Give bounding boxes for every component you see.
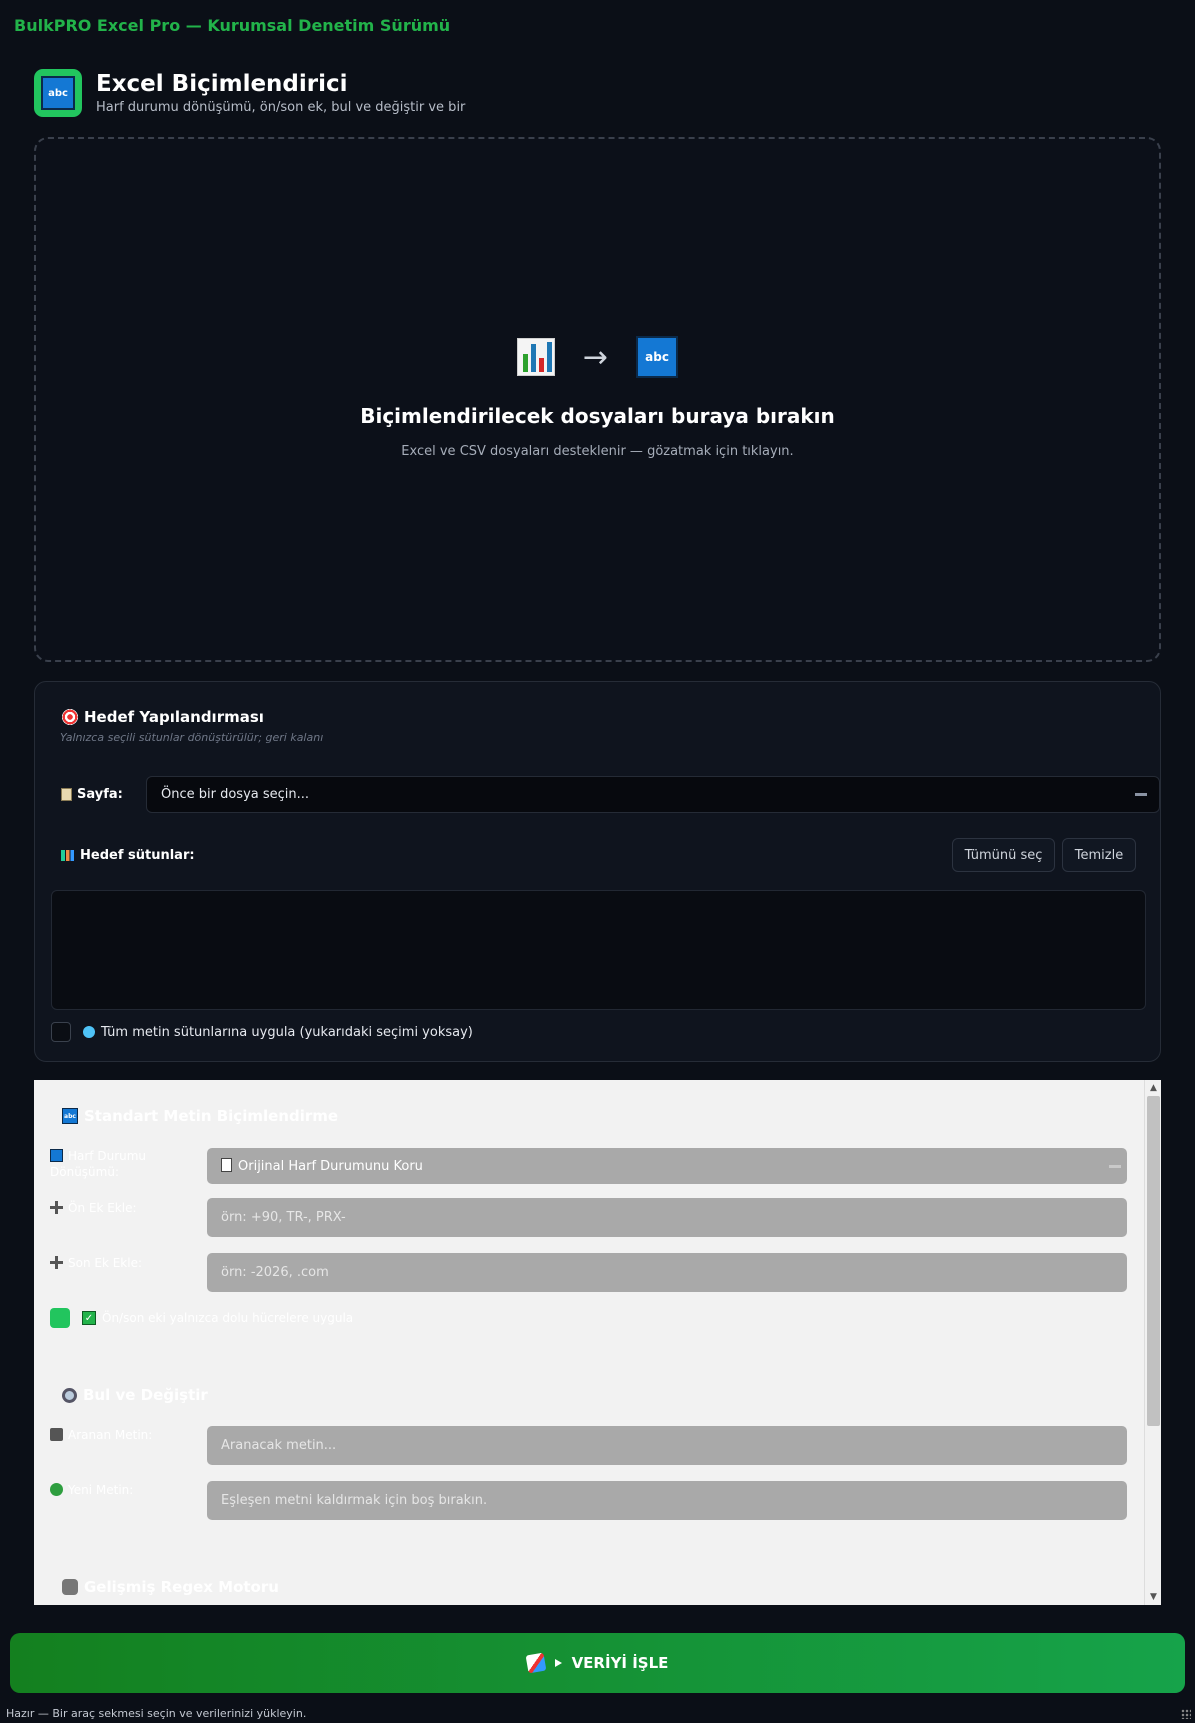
standard-formatting-title: abc Standart Metin Biçimlendirme <box>62 1107 338 1125</box>
suffix-label: Son Ek Ekle: <box>50 1255 190 1271</box>
prefix-label: Ön Ek Ekle: <box>50 1200 190 1216</box>
apply-all-label: Tüm metin sütunlarına uygula (yukarıdaki… <box>101 1024 473 1040</box>
mask-icon <box>62 1579 78 1595</box>
case-label: Harf Durumu Dönüşümü: <box>50 1149 147 1179</box>
file-dropzone[interactable]: → abc Biçimlendirilecek dosyaları buraya… <box>34 137 1161 662</box>
abc-icon: abc <box>636 336 679 378</box>
dropdown-icon <box>1109 1164 1121 1168</box>
search-label: Aranan Metin: <box>50 1427 190 1443</box>
page-header: abc Excel Biçimlendirici Harf durumu dön… <box>34 69 465 117</box>
plus-icon <box>50 1256 63 1269</box>
scroll-thumb[interactable] <box>1147 1096 1160 1426</box>
dropzone-title: Biçimlendirilecek dosyaları buraya bırak… <box>360 404 835 428</box>
formatting-panel[interactable]: abc Standart Metin Biçimlendirme Harf Du… <box>34 1080 1161 1605</box>
sheet-select[interactable]: Önce bir dosya seçin... <box>146 776 1160 813</box>
arrow-right-icon: → <box>582 339 609 375</box>
prefix-input[interactable]: örn: +90, TR-, PRX- <box>207 1198 1127 1237</box>
dropdown-icon <box>1135 793 1147 796</box>
rocket-icon <box>525 1652 547 1674</box>
case-icon <box>50 1149 63 1162</box>
target-config-title: Hedef Yapılandırması <box>62 708 264 726</box>
sheet-label: Sayfa: <box>61 787 146 802</box>
columns-list[interactable] <box>51 890 1146 1010</box>
scrollbar[interactable]: ▲ ▼ <box>1144 1080 1161 1605</box>
only-filled-checkbox[interactable] <box>50 1308 70 1328</box>
check-icon: ✓ <box>82 1311 96 1325</box>
abc-icon: abc <box>41 76 75 110</box>
process-data-button[interactable]: VERİYİ İŞLE <box>10 1633 1185 1693</box>
find-replace-title: Bul ve Değiştir <box>62 1386 208 1404</box>
select-all-button[interactable]: Tümünü seç <box>952 838 1055 872</box>
clear-button[interactable]: Temizle <box>1062 838 1136 872</box>
magnifier-icon <box>62 1387 77 1403</box>
globe-icon <box>83 1026 95 1038</box>
replace-input[interactable]: Eşleşen metni kaldırmak için boş bırakın… <box>207 1481 1127 1520</box>
suffix-input[interactable]: örn: -2026, .com <box>207 1253 1127 1292</box>
replace-label: Yeni Metin: <box>50 1482 190 1498</box>
scroll-up-icon[interactable]: ▲ <box>1145 1080 1161 1096</box>
target-columns-label: Hedef sütunlar: <box>61 848 195 863</box>
target-icon <box>62 709 78 725</box>
status-bar: Hazır — Bir araç sekmesi seçin ve verile… <box>6 1707 307 1720</box>
bar-chart-icon <box>61 850 74 861</box>
sheet-row: Sayfa: Önce bir dosya seçin... <box>61 776 1160 813</box>
play-icon <box>554 1659 562 1667</box>
chart-icon <box>516 338 555 376</box>
search-input[interactable]: Aranacak metin... <box>207 1426 1127 1465</box>
dropzone-subtitle: Excel ve CSV dosyaları desteklenir — göz… <box>401 444 794 459</box>
target-config-subtitle: Yalnızca seçili sütunlar dönüştürülür; g… <box>60 731 324 744</box>
case-select[interactable]: Orijinal Harf Durumunu Koru <box>207 1148 1127 1184</box>
recycle-icon <box>50 1483 63 1496</box>
apply-all-row: Tüm metin sütunlarına uygula (yukarıdaki… <box>51 1022 473 1042</box>
target-config-panel: Hedef Yapılandırması Yalnızca seçili süt… <box>34 681 1161 1062</box>
regex-title: Gelişmiş Regex Motoru <box>62 1578 279 1596</box>
plus-icon <box>50 1201 63 1214</box>
app-title: BulkPRO Excel Pro — Kurumsal Denetim Sür… <box>14 16 451 35</box>
only-filled-label: ✓ Ön/son eki yalnızca dolu hücrelere uyg… <box>82 1311 353 1325</box>
apply-all-checkbox[interactable] <box>51 1022 71 1042</box>
abc-icon: abc <box>62 1108 78 1124</box>
resize-grip-icon[interactable] <box>1181 1709 1191 1719</box>
scroll-down-icon[interactable]: ▼ <box>1145 1589 1161 1605</box>
pin-icon <box>50 1428 63 1441</box>
document-icon <box>221 1158 232 1172</box>
page-subtitle: Harf durumu dönüşümü, ön/son ek, bul ve … <box>96 100 466 115</box>
page-title: Excel Biçimlendirici <box>96 71 348 97</box>
app-logo: abc <box>34 69 82 117</box>
clipboard-icon <box>61 788 72 801</box>
